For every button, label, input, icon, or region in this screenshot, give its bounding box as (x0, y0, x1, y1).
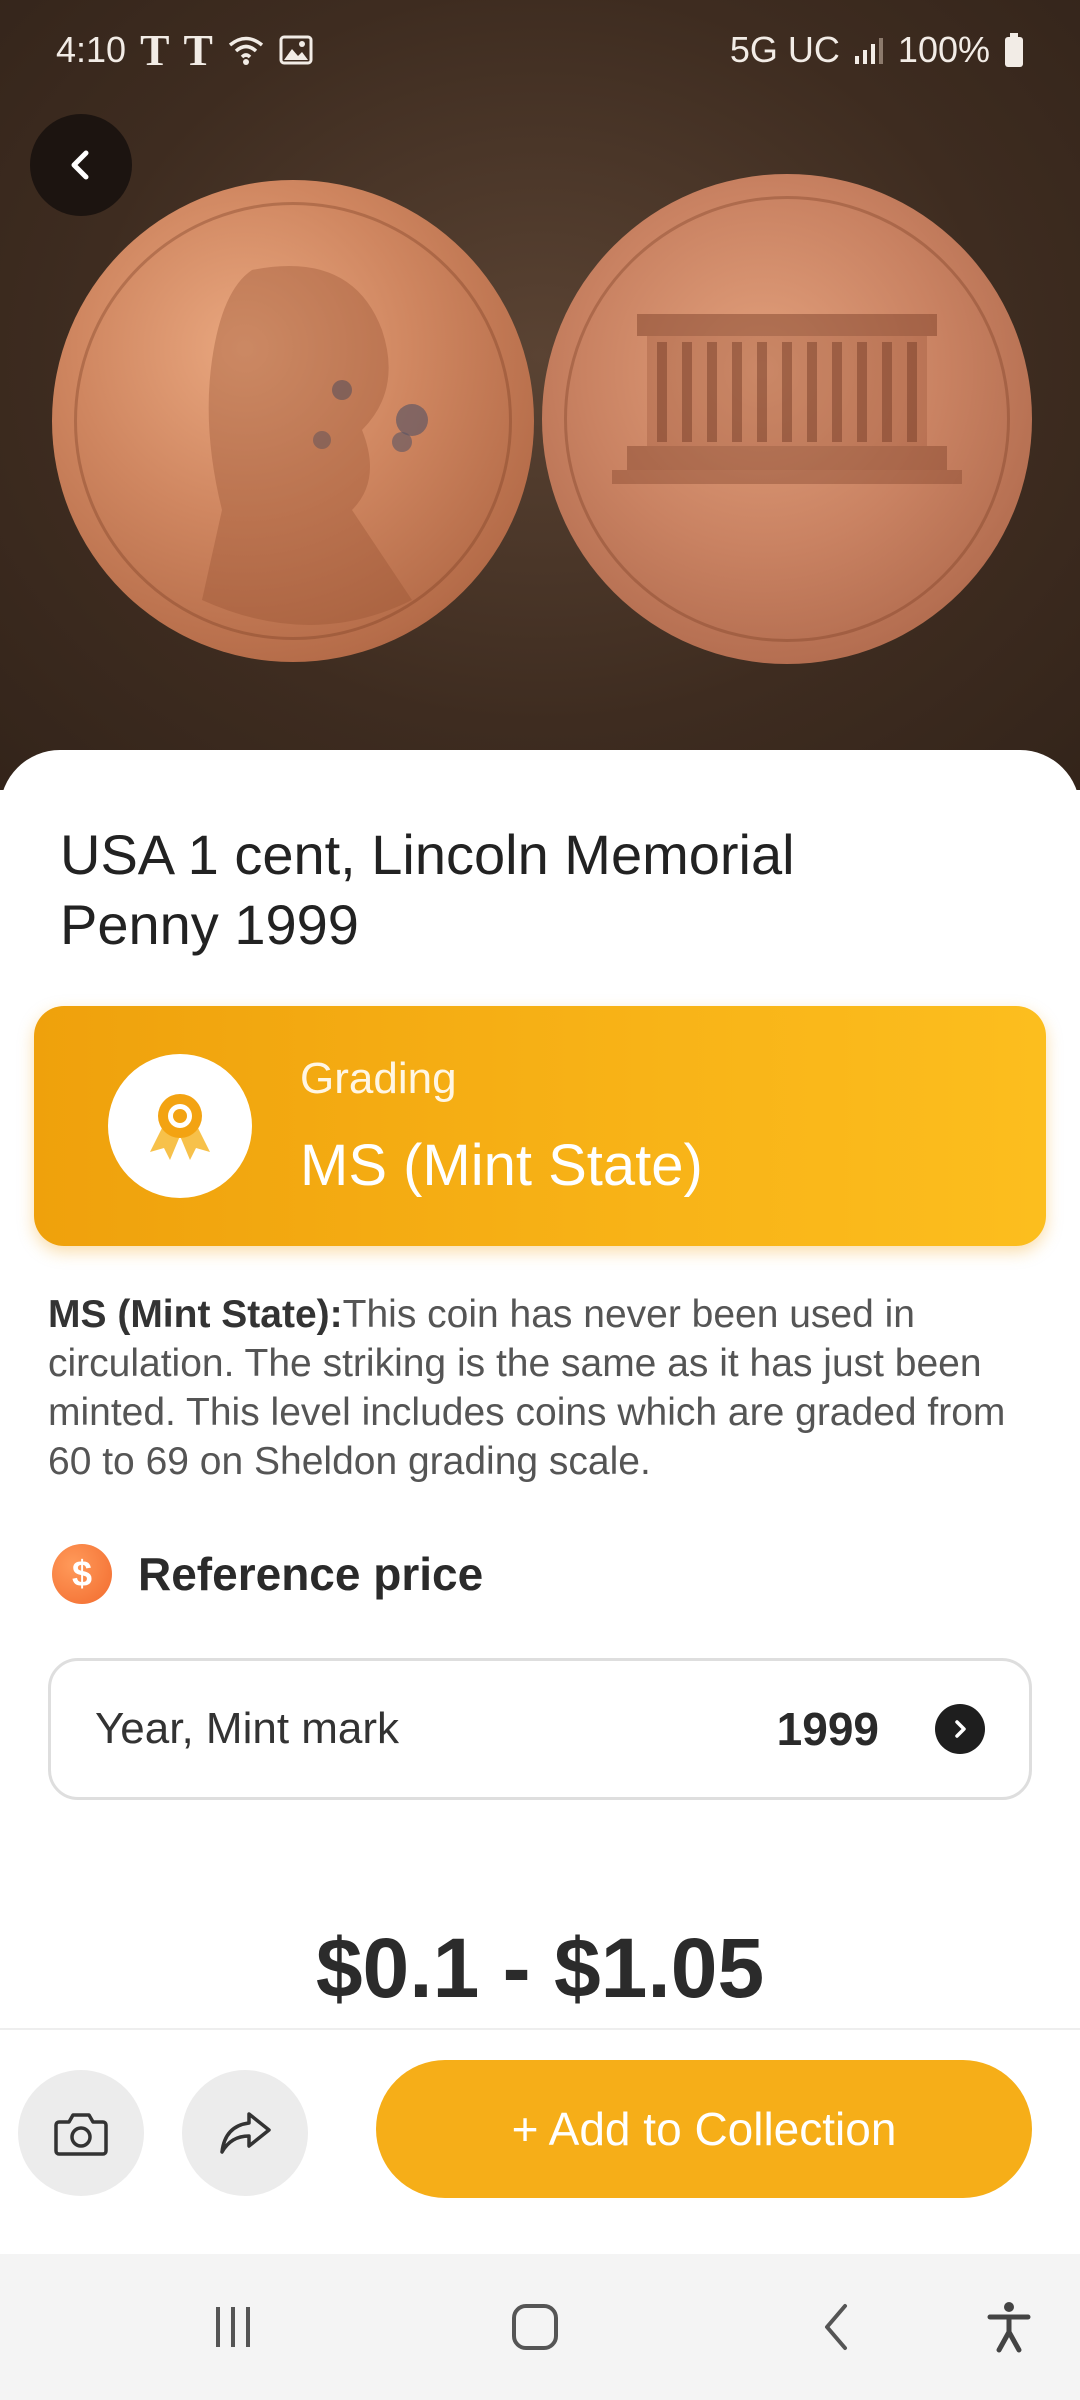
selector-value: 1999 (776, 1703, 879, 1755)
share-icon (220, 2112, 271, 2154)
dollar-icon: $ (52, 1544, 112, 1604)
battery-icon (1005, 33, 1023, 67)
grading-label: Grading (300, 1054, 457, 1103)
price-range: $0.1 - $1.05 (315, 1921, 765, 2015)
carrier-logo-icon: T (183, 25, 213, 75)
system-back-icon (825, 2304, 847, 2350)
status-bar: 4:10 T T 5G UC 100% (0, 0, 1080, 100)
reference-price-header: $ Reference price (52, 1544, 483, 1604)
share-button[interactable] (182, 2070, 308, 2196)
medal-badge (108, 1054, 252, 1198)
selector-label: Year, Mint mark (95, 1704, 400, 1753)
system-navigation-bar (0, 2254, 1080, 2400)
coin-obverse-image (52, 180, 534, 662)
year-mint-mark-selector[interactable]: Year, Mint mark 1999 (48, 1658, 1032, 1800)
grading-card: Grading MS (Mint State) (34, 1006, 1046, 1246)
signal-icon (854, 38, 883, 64)
camera-icon (54, 2113, 108, 2156)
action-bar: + Add to Collection (0, 2028, 1080, 2254)
camera-button[interactable] (18, 2070, 144, 2196)
coin-image-area: 4:10 T T 5G UC 100% (0, 0, 1080, 790)
coin-reverse-image (542, 174, 1032, 664)
battery-level: 100% (897, 29, 990, 70)
home-button[interactable] (500, 2292, 570, 2362)
back-arrow-icon (71, 150, 89, 180)
accessibility-button[interactable] (974, 2292, 1044, 2362)
wifi-icon (228, 36, 263, 65)
back-button[interactable] (30, 114, 132, 216)
system-back-button[interactable] (802, 2292, 872, 2362)
home-icon (512, 2304, 558, 2350)
grading-description: MS (Mint State):This coin has never been… (48, 1290, 1038, 1486)
add-to-collection-button[interactable]: + Add to Collection (376, 2060, 1032, 2198)
carrier-logo-icon: T (140, 25, 170, 75)
grading-value: MS (Mint State) (300, 1133, 703, 1198)
coin-title: USA 1 cent, Lincoln Memorial Penny 1999 (60, 823, 795, 956)
recent-apps-icon (216, 2307, 250, 2347)
recent-apps-button[interactable] (198, 2292, 268, 2362)
grading-term: MS (Mint State): (48, 1293, 343, 1336)
network-type: 5G UC (729, 29, 840, 70)
image-notification-icon (279, 35, 313, 65)
status-time: 4:10 (56, 29, 127, 70)
reference-price-title: Reference price (138, 1548, 484, 1600)
medal-icon (150, 1094, 210, 1160)
chevron-right-icon (935, 1704, 985, 1754)
accessibility-icon (987, 2302, 1031, 2353)
